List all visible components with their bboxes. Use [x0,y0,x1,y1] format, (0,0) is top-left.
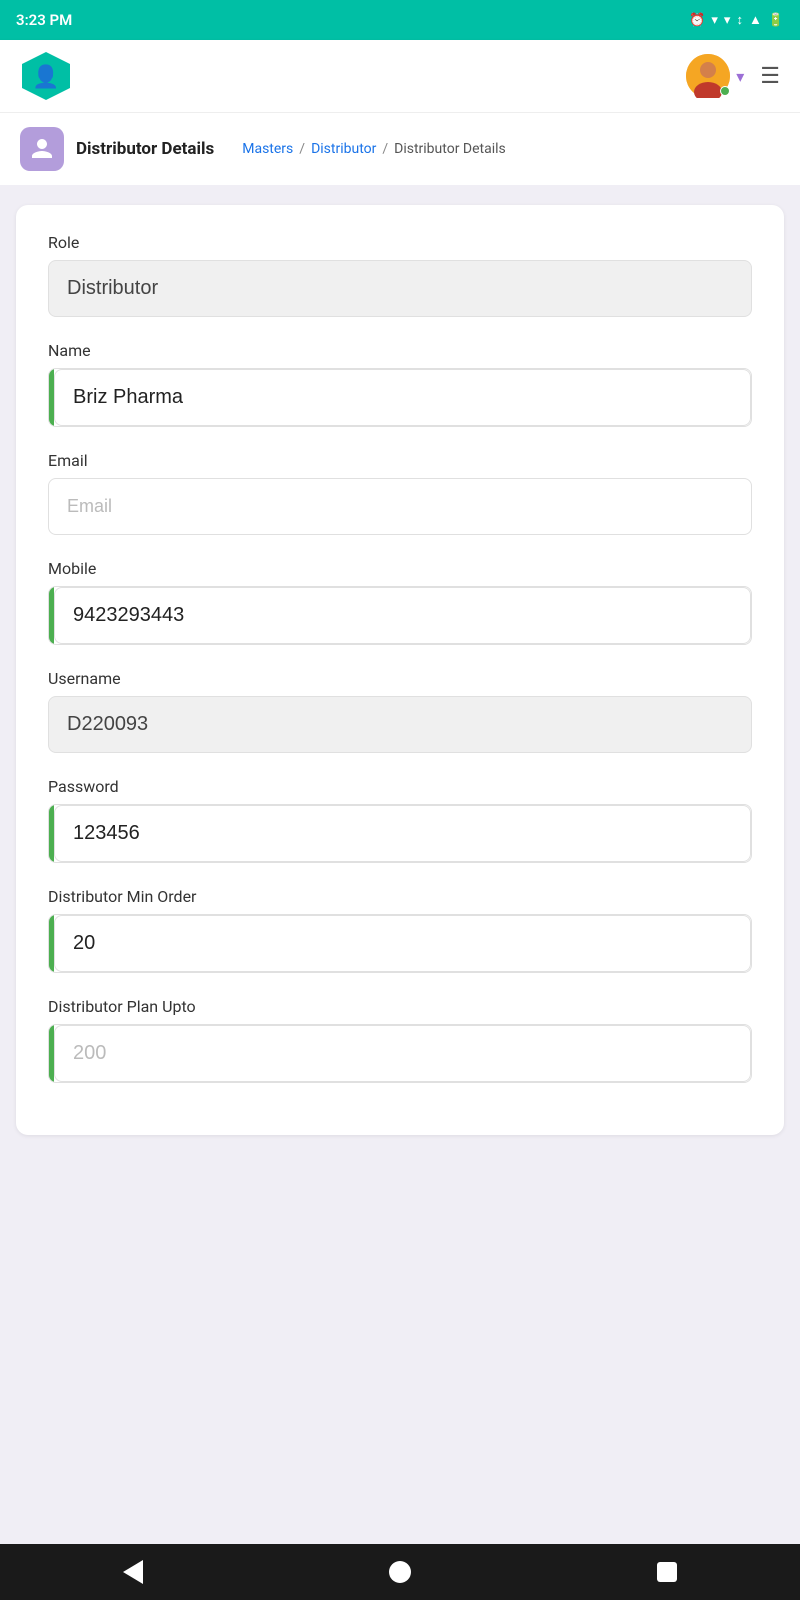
breadcrumb-masters-link[interactable]: Masters [242,141,293,157]
status-icons: ⏰ ▾ ▾ ↕ ▲ 🔋 [689,12,784,28]
hamburger-menu-icon[interactable]: ☰ [760,64,780,89]
name-field-group: Name [48,341,752,427]
username-label: Username [48,669,752,688]
back-button[interactable] [103,1552,163,1592]
app-logo: 👤 [20,50,72,102]
mobile-input-wrapper [48,586,752,645]
email-input[interactable] [48,478,752,535]
user-avatar-container[interactable]: ▾ [686,54,744,98]
name-label: Name [48,341,752,360]
email-field-group: Email [48,451,752,535]
recents-icon [657,1562,677,1582]
dist-min-order-label: Distributor Min Order [48,887,752,906]
avatar [686,54,730,98]
chevron-down-icon: ▾ [736,67,744,86]
breadcrumb-icon-box [20,127,64,171]
mobile-label: Mobile [48,559,752,578]
breadcrumb: Masters / Distributor / Distributor Deta… [242,141,506,157]
mobile-input[interactable] [54,587,751,644]
svg-text:👤: 👤 [32,64,59,90]
breadcrumb-bar: Distributor Details Masters / Distributo… [0,112,800,185]
role-label: Role [48,233,752,252]
app-bar-right: ▾ ☰ [686,54,780,98]
bottom-nav [0,1544,800,1600]
home-icon [389,1561,411,1583]
breadcrumb-sep-1: / [299,141,305,157]
breadcrumb-current: Distributor Details [394,141,506,157]
dist-min-order-input-wrapper [48,914,752,973]
breadcrumb-distributor-link[interactable]: Distributor [311,141,376,157]
breadcrumb-sep-2: / [382,141,388,157]
signal-bars-icon: ▲ [749,12,762,28]
username-field-group: Username [48,669,752,753]
email-label: Email [48,451,752,470]
home-button[interactable] [370,1552,430,1592]
password-label: Password [48,777,752,796]
role-input [48,260,752,317]
recents-button[interactable] [637,1552,697,1592]
wifi-strength-icon: ▾ [724,13,731,28]
status-time: 3:23 PM [16,11,72,29]
name-input[interactable] [54,369,751,426]
signal-icon: ↕ [736,12,743,28]
battery-icon: 🔋 [768,13,784,28]
person-icon [30,137,54,161]
dist-plan-upto-field-group: Distributor Plan Upto [48,997,752,1083]
page-title: Distributor Details [76,139,214,159]
password-field-group: Password [48,777,752,863]
dist-min-order-input[interactable] [54,915,751,972]
back-icon [123,1560,143,1584]
password-input[interactable] [54,805,751,862]
mobile-field-group: Mobile [48,559,752,645]
username-input [48,696,752,753]
dist-min-order-field-group: Distributor Min Order [48,887,752,973]
form-card: Role Name Email Mobile Username Password [16,205,784,1135]
wifi-icon: ▾ [711,13,718,28]
status-bar: 3:23 PM ⏰ ▾ ▾ ↕ ▲ 🔋 [0,0,800,40]
dist-plan-upto-input[interactable] [54,1025,751,1082]
dist-plan-upto-label: Distributor Plan Upto [48,997,752,1016]
password-input-wrapper [48,804,752,863]
dist-plan-upto-input-wrapper [48,1024,752,1083]
role-field-group: Role [48,233,752,317]
app-bar: 👤 ▾ ☰ [0,40,800,112]
alarm-icon: ⏰ [689,13,705,28]
name-input-wrapper [48,368,752,427]
